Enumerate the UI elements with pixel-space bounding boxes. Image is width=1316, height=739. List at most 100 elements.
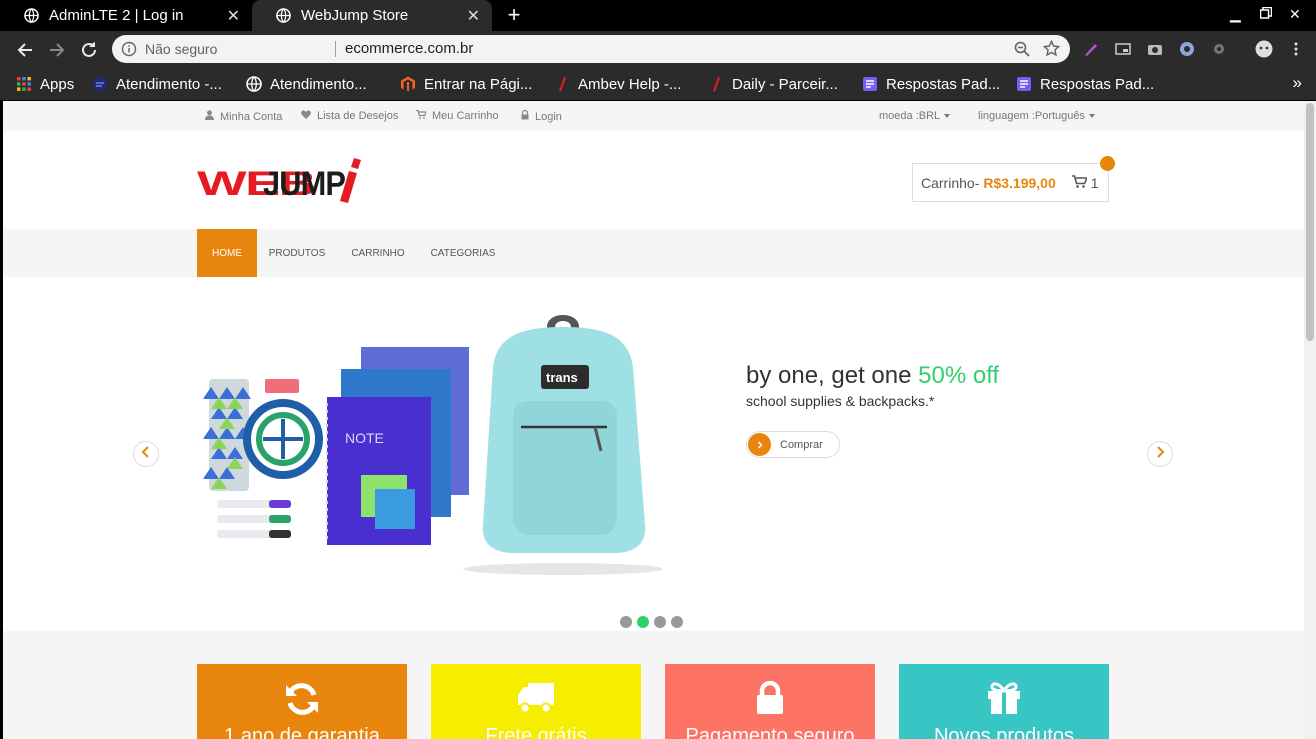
slider-next-button[interactable] xyxy=(1147,441,1173,467)
restore-icon[interactable] xyxy=(1259,6,1273,22)
bookmark-label: Atendimento -... xyxy=(116,75,222,93)
scrollbar-thumb[interactable] xyxy=(1306,103,1314,341)
chevron-right-icon xyxy=(1155,445,1165,463)
chevron-left-icon xyxy=(141,445,151,463)
bookmark-respostas-1[interactable]: Respostas Pad... xyxy=(862,74,1000,94)
bookmark-apps[interactable]: Apps xyxy=(16,74,74,94)
feature-label: 1 ano de garantia xyxy=(224,725,380,739)
feature-label: Frete grátis xyxy=(485,725,587,739)
site-header: WEB JUMP Carrinho- R$3.199,00 1 xyxy=(3,131,1304,229)
hero-slider: NOTE trans by one, get one 50% off schoo… xyxy=(3,277,1304,631)
link-lista-de-desejos[interactable]: Lista de Desejos xyxy=(301,110,398,122)
hero-title: by one, get one 50% off xyxy=(746,362,1000,389)
bookmark-entrar[interactable]: Entrar na Pági... xyxy=(400,74,532,94)
caret-down-icon xyxy=(944,114,951,119)
bookmark-label: Daily - Parceir... xyxy=(732,75,838,93)
tab-adminlte[interactable]: AdminLTE 2 | Log in ✕ xyxy=(0,0,252,31)
menu-icon[interactable] xyxy=(1288,41,1304,57)
slider-prev-button[interactable] xyxy=(133,441,159,467)
reload-icon[interactable] xyxy=(78,39,100,61)
bookmarks-overflow-button[interactable]: » xyxy=(1293,73,1302,93)
slider-pagination xyxy=(620,616,683,628)
cart-count: 1 xyxy=(1090,174,1099,191)
slide-dot-2[interactable] xyxy=(637,616,649,628)
webjump-logo[interactable]: WEB JUMP xyxy=(197,157,367,210)
new-tab-button[interactable]: + xyxy=(502,2,526,28)
webjump-slash-icon xyxy=(708,76,724,92)
refresh-icon xyxy=(284,681,320,719)
features-section: 1 ano de garantia Frete grátis Pagamento… xyxy=(3,631,1304,739)
back-icon[interactable] xyxy=(14,39,36,61)
divider xyxy=(335,41,336,57)
pen-extension-icon[interactable] xyxy=(1083,41,1099,57)
feature-frete[interactable]: Frete grátis xyxy=(431,664,641,739)
nav-produtos[interactable]: PRODUTOS xyxy=(265,229,329,277)
minimize-icon[interactable]: ▁ xyxy=(1230,6,1241,23)
cart-badge xyxy=(1100,156,1115,171)
hero-title-accent: 50% off xyxy=(918,362,1000,389)
link-minha-conta[interactable]: Minha Conta xyxy=(205,110,282,123)
bookmark-ambev[interactable]: Ambev Help -... xyxy=(554,74,681,94)
nav-home[interactable]: HOME xyxy=(197,229,257,277)
close-window-icon[interactable]: ✕ xyxy=(1289,6,1301,23)
bookmark-atendimento-1[interactable]: Atendimento -... xyxy=(92,74,222,94)
page-scrollbar[interactable] xyxy=(1304,101,1316,739)
tab-title: AdminLTE 2 | Log in xyxy=(49,7,184,24)
extension-circle-icon[interactable] xyxy=(1179,41,1195,57)
bookmark-label: Ambev Help -... xyxy=(578,75,682,93)
feature-garantia[interactable]: 1 ano de garantia xyxy=(197,664,407,739)
caret-down-icon xyxy=(1089,114,1096,119)
url-text[interactable]: ecommerce.com.br xyxy=(345,40,473,57)
cart-icon xyxy=(1071,174,1089,191)
slide-dot-1[interactable] xyxy=(620,616,632,628)
cart-summary-button[interactable]: Carrinho- R$3.199,00 1 xyxy=(912,163,1109,202)
slide-dot-3[interactable] xyxy=(654,616,666,628)
comprar-button[interactable]: Comprar xyxy=(746,431,840,458)
hero-subtitle: school supplies & backpacks.* xyxy=(746,393,935,409)
browser-toolbar: Não seguro ecommerce.com.br xyxy=(0,31,1316,68)
bookmark-atendimento-2[interactable]: Atendimento... xyxy=(246,74,367,94)
zoom-out-icon[interactable] xyxy=(1014,41,1030,62)
address-bar[interactable]: Não seguro ecommerce.com.br xyxy=(112,35,1070,63)
slide-dot-4[interactable] xyxy=(671,616,683,628)
bookmark-daily[interactable]: Daily - Parceir... xyxy=(708,74,838,94)
close-icon[interactable]: ✕ xyxy=(227,6,240,26)
user-icon xyxy=(205,110,214,123)
main-navigation: HOME PRODUTOS CARRINHO CATEGORIAS xyxy=(3,229,1304,277)
tab-strip: AdminLTE 2 | Log in ✕ WebJump Store ✕ + … xyxy=(0,0,1316,31)
globe-icon xyxy=(246,76,262,92)
apps-grid-icon xyxy=(16,76,32,92)
tab-webjump[interactable]: WebJump Store ✕ xyxy=(252,0,492,31)
heart-icon xyxy=(301,110,311,122)
comprar-label: Comprar xyxy=(780,438,823,451)
top-links-bar: Minha Conta Lista de Desejos Meu Carrinh… xyxy=(3,101,1304,131)
link-meu-carrinho[interactable]: Meu Carrinho xyxy=(416,109,499,122)
bookmark-label: Respostas Pad... xyxy=(1040,75,1155,93)
nav-categorias[interactable]: CATEGORIAS xyxy=(427,229,499,277)
feature-novos-produtos[interactable]: Novos produtos xyxy=(899,664,1109,739)
gear-icon[interactable] xyxy=(1211,41,1227,57)
svg-text:JUMP: JUMP xyxy=(263,165,345,203)
bookmark-star-icon[interactable] xyxy=(1042,39,1061,62)
forward-icon[interactable] xyxy=(46,39,68,61)
language-dropdown[interactable]: linguagem :Português xyxy=(978,110,1096,122)
currency-dropdown[interactable]: moeda :BRL xyxy=(879,110,951,122)
globe-icon xyxy=(276,8,291,23)
webjump-slash-icon xyxy=(554,76,570,92)
picture-in-picture-icon[interactable] xyxy=(1115,41,1131,57)
nav-carrinho[interactable]: CARRINHO xyxy=(347,229,409,277)
bookmark-label: Atendimento... xyxy=(270,75,367,93)
link-login[interactable]: Login xyxy=(521,109,562,123)
info-icon[interactable] xyxy=(121,41,137,62)
camera-icon[interactable] xyxy=(1147,41,1163,57)
profile-avatar-icon[interactable] xyxy=(1255,40,1273,58)
lock-icon xyxy=(521,109,529,123)
feature-pagamento[interactable]: Pagamento seguro xyxy=(665,664,875,739)
cart-icon xyxy=(416,109,427,122)
bookmarks-bar: Apps Atendimento -... Atendimento... Ent… xyxy=(0,68,1316,100)
security-label[interactable]: Não seguro xyxy=(145,41,217,57)
tab-title: WebJump Store xyxy=(301,7,409,24)
cart-total: R$3.199,00 xyxy=(983,174,1056,191)
bookmark-respostas-2[interactable]: Respostas Pad... xyxy=(1016,74,1154,94)
close-icon[interactable]: ✕ xyxy=(467,6,480,26)
